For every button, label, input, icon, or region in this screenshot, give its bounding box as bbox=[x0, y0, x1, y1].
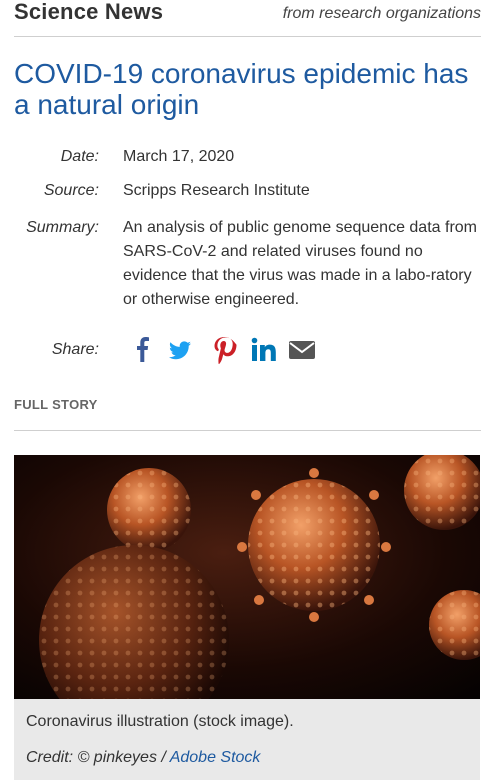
source-value[interactable]: Scripps Research Institute bbox=[123, 179, 478, 203]
article-figure: Coronavirus illustration (stock image). … bbox=[14, 455, 480, 780]
share-label: Share: bbox=[51, 341, 99, 358]
full-story-label: FULL STORY bbox=[14, 397, 98, 412]
coronavirus-illustration[interactable] bbox=[14, 455, 480, 699]
figure-credit: Credit: © pinkeyes / Adobe Stock bbox=[26, 749, 260, 767]
masthead: Science News from research organizations bbox=[14, 0, 481, 37]
summary-text: An analysis of public genome sequence da… bbox=[123, 219, 477, 308]
facebook-icon[interactable] bbox=[130, 336, 158, 364]
date-label: Date: bbox=[60, 148, 99, 165]
figure-caption: Coronavirus illustration (stock image). bbox=[26, 713, 294, 730]
site-title[interactable]: Science News bbox=[14, 0, 163, 25]
email-icon[interactable] bbox=[288, 336, 316, 364]
article-page: Science News from research organizations… bbox=[0, 0, 495, 780]
source-label: Source: bbox=[43, 182, 99, 199]
article-headline: COVID-19 coronavirus epidemic has a natu… bbox=[14, 58, 469, 120]
section-divider bbox=[14, 430, 481, 431]
credit-prefix: Credit: © pinkeyes / bbox=[26, 749, 170, 766]
date-value: March 17, 2020 bbox=[123, 148, 235, 165]
pinterest-icon[interactable] bbox=[210, 336, 238, 365]
twitter-icon[interactable] bbox=[166, 336, 194, 364]
site-tagline: from research organizations bbox=[282, 5, 481, 22]
summary-label: Summary: bbox=[26, 219, 99, 236]
credit-link[interactable]: Adobe Stock bbox=[170, 749, 261, 766]
linkedin-icon[interactable] bbox=[250, 336, 278, 364]
